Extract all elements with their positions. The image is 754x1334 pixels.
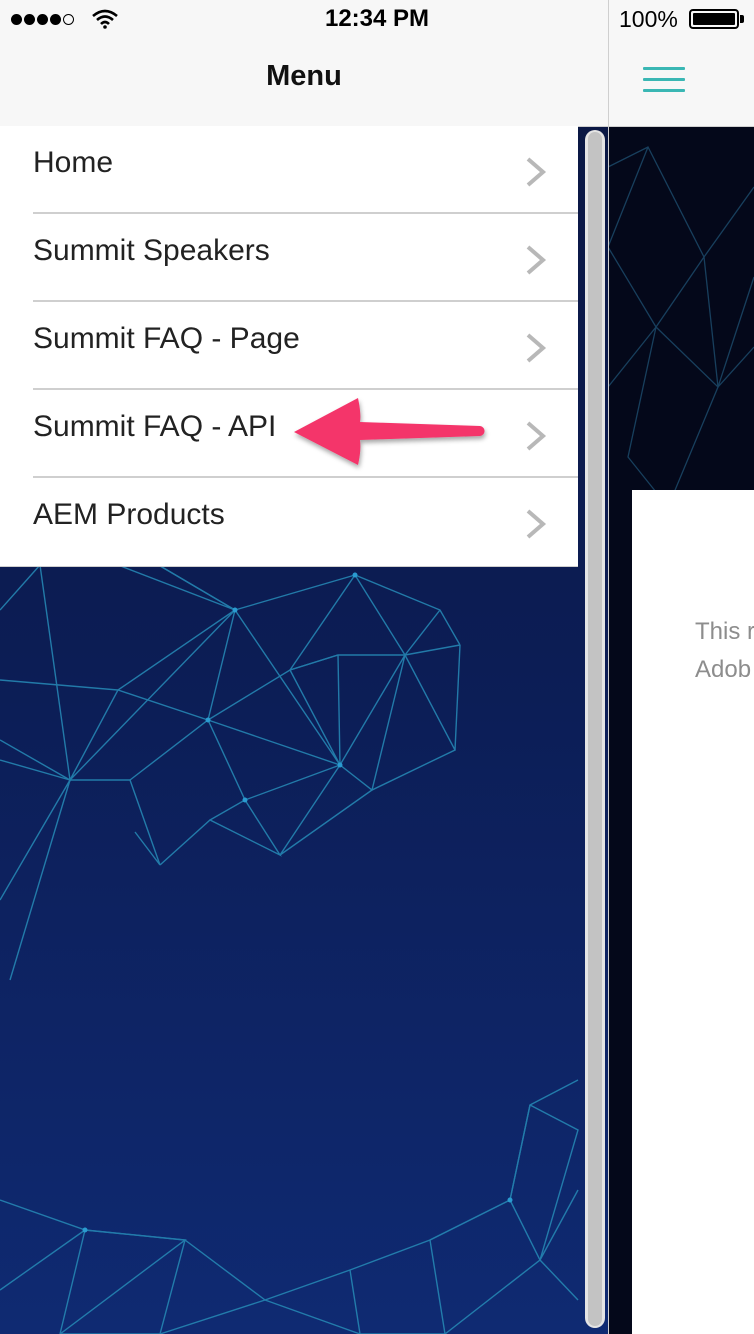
menu-item-label: AEM Products: [33, 498, 225, 531]
chevron-right-icon: [526, 509, 547, 539]
menu-item-label: Summit FAQ - Page: [33, 322, 300, 355]
scrollbar-thumb[interactable]: [588, 132, 602, 1326]
menu-item-label: Summit Speakers: [33, 234, 270, 267]
menu-item-aem-products[interactable]: AEM Products: [0, 478, 578, 566]
menu-item-home[interactable]: Home: [0, 126, 578, 214]
battery-percent: 100%: [619, 6, 678, 32]
chevron-right-icon: [526, 245, 547, 275]
status-bar: 12:34 PM 100%: [0, 0, 754, 40]
pink-arrow-icon: [294, 398, 485, 465]
battery-icon: [689, 9, 739, 29]
chevron-right-icon: [526, 157, 547, 187]
content-text-line: This r: [695, 618, 754, 645]
main-content-panel: This r Adob: [608, 0, 754, 1334]
scrollbar[interactable]: [585, 130, 605, 1328]
menu-list: Home Summit Speakers Summit FAQ - Page S…: [0, 126, 578, 567]
chevron-right-icon: [526, 421, 547, 451]
menu-item-summit-faq-page[interactable]: Summit FAQ - Page: [0, 302, 578, 390]
menu-item-label: Summit FAQ - API: [33, 410, 277, 443]
side-menu-panel: Menu Home Summit Speakers Summit FAQ - P…: [0, 0, 609, 1334]
menu-item-label: Home: [33, 146, 114, 179]
chevron-right-icon: [526, 333, 547, 363]
page-title: Menu: [266, 60, 342, 92]
content-text-line: Adob: [695, 656, 752, 683]
hamburger-menu-icon[interactable]: [643, 67, 685, 93]
battery-tip: [740, 15, 744, 23]
menu-item-summit-speakers[interactable]: Summit Speakers: [0, 214, 578, 302]
content-card: This r Adob: [632, 490, 754, 1334]
